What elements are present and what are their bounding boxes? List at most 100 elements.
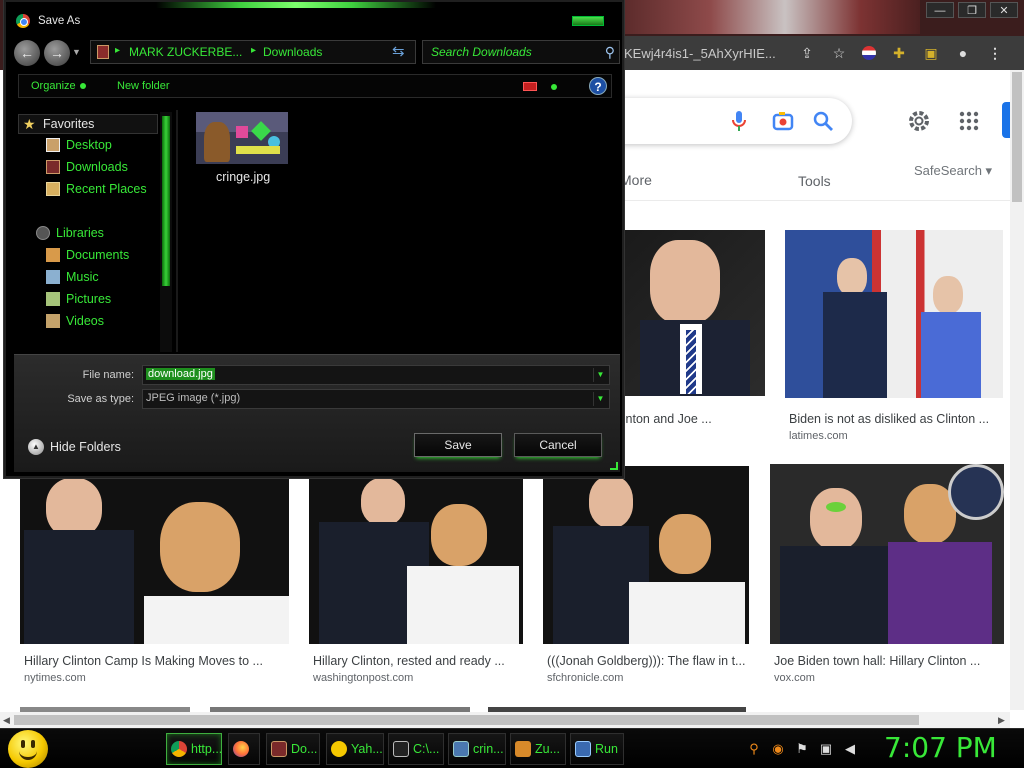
dialog-close-button[interactable] [572,16,604,26]
cancel-button[interactable]: Cancel [514,433,602,457]
result-image-3[interactable] [20,478,289,644]
back-arrow-icon[interactable]: ← [14,40,40,66]
nav-item-downloads[interactable]: Downloads [46,157,128,177]
network-icon[interactable]: ▣ [818,741,834,757]
volume-speaker-icon[interactable]: ◀ [842,741,858,757]
result-caption[interactable]: Joe Biden town hall: Hillary Clinton ... [774,654,980,668]
navigation-pane: ★ Favorites Desktop Downloads Recent Pla… [18,110,176,352]
task-downloads[interactable]: Do... [266,733,320,765]
google-apps-grid-icon[interactable] [958,110,980,132]
taskbar-clock[interactable]: 7:07 PM [884,731,997,764]
result-caption[interactable]: Hillary Clinton, rested and ready ... [313,654,505,668]
start-button-smiley-icon[interactable] [8,730,48,768]
nav-item-recent-places[interactable]: Recent Places [46,179,147,199]
breadcrumb-separator-icon[interactable]: ▸ [115,45,120,56]
lens-camera-icon[interactable] [772,110,794,132]
task-firefox[interactable] [228,733,260,765]
nav-favorites[interactable]: ★ Favorites [18,114,158,134]
notification-circle-icon[interactable]: ◉ [770,741,786,757]
result-image-2[interactable] [785,230,1003,398]
nav-item-pictures[interactable]: Pictures [46,289,111,309]
close-window-button[interactable]: ✕ [990,2,1018,18]
result-caption[interactable]: linton and Joe ... [620,412,712,426]
nav-item-videos[interactable]: Videos [46,311,104,331]
nav-pane-scrollbar[interactable] [160,112,172,352]
scrollbar-thumb[interactable] [1012,72,1022,202]
command-bar: Organize New folder ? [18,74,612,98]
chevron-down-icon[interactable]: ▼ [593,392,607,406]
scrollbar-thumb[interactable] [14,715,919,725]
search-input[interactable]: Search Downloads ⚲ [422,40,620,64]
breadcrumb-item[interactable]: Downloads [263,45,322,59]
share-icon[interactable]: ⇪ [798,44,816,62]
save-as-dialog: Save As ← → ▼ ▸ MARK ZUCKERBE... ▸ Downl… [4,0,624,478]
nav-item-desktop[interactable]: Desktop [46,135,112,155]
sidepanel-icon[interactable]: ▣ [922,44,940,62]
scroll-right-icon[interactable]: ▶ [998,712,1005,728]
new-folder-button[interactable]: New folder [117,80,170,92]
bookmark-star-icon[interactable]: ☆ [830,44,848,62]
breadcrumb[interactable]: ▸ MARK ZUCKERBE... ▸ Downloads ▽ [90,40,455,64]
sign-in-button-edge[interactable] [1002,102,1010,138]
organize-menu[interactable]: Organize [31,80,86,92]
account-avatar-icon[interactable]: ● [954,44,972,62]
save-as-type-select[interactable]: JPEG image (*.jpg) ▼ [142,389,610,409]
view-options-icon[interactable] [523,82,537,91]
help-icon[interactable]: ? [589,77,607,95]
page-horizontal-scrollbar[interactable]: ◀ ▶ [0,712,1010,728]
page-vertical-scrollbar[interactable] [1010,70,1024,710]
chevron-down-icon[interactable]: ▼ [593,368,607,382]
search-magnifier-icon[interactable] [812,110,834,132]
result-image-6[interactable] [770,464,1004,644]
result-image-1[interactable] [620,230,765,396]
search-placeholder: Search Downloads [431,45,532,59]
scroll-left-icon[interactable]: ◀ [3,712,10,728]
result-caption[interactable]: Biden is not as disliked as Clinton ... [789,412,989,426]
recent-locations-chevron-icon[interactable]: ▼ [72,47,81,57]
videos-icon [46,314,60,328]
search-icon[interactable]: ⚲ [746,741,762,757]
settings-gear-icon[interactable] [906,108,932,134]
save-button[interactable]: Save [414,433,502,457]
safesearch-toggle[interactable]: SafeSearch ▾ [914,163,992,179]
breadcrumb-item[interactable]: MARK ZUCKERBE... [129,45,242,59]
task-folder[interactable]: Zu... [510,733,566,765]
result-image-5[interactable] [543,466,749,644]
nav-libraries[interactable]: Libraries [36,223,104,243]
result-caption[interactable]: (((Jonah Goldberg))): The flaw in t... [547,654,745,668]
minimize-button[interactable]: — [926,2,954,18]
refresh-icon[interactable]: ⇆ [392,42,405,60]
divider [620,200,1010,201]
result-source: washingtonpost.com [313,672,414,684]
file-name-input[interactable]: download.jpg ▼ [142,365,610,385]
task-command-prompt[interactable]: C:\... [388,733,444,765]
forward-arrow-icon[interactable]: → [44,40,70,66]
menu-kebab-icon[interactable]: ⋮ [986,44,1004,62]
breadcrumb-separator-icon[interactable]: ▸ [251,45,256,56]
dialog-titlebar[interactable]: Save As [16,14,80,28]
resize-grip[interactable] [610,462,618,470]
result-image-4[interactable] [309,478,523,644]
extensions-puzzle-icon[interactable]: ✚ [890,44,908,62]
filter-tools[interactable]: Tools [798,173,831,189]
file-list: cringe.jpg [180,102,620,352]
scrollbar-thumb[interactable] [162,116,170,286]
nav-item-documents[interactable]: Documents [46,245,129,265]
profile-flag-icon[interactable] [862,46,876,60]
action-center-flag-icon[interactable]: ⚑ [794,741,810,757]
search-icon[interactable]: ⚲ [605,44,615,61]
task-run[interactable]: Run [570,733,624,765]
voice-search-mic-icon[interactable] [730,110,748,132]
view-dropdown-dot-icon[interactable] [551,84,557,90]
chrome-icon [171,741,187,757]
task-image-viewer[interactable]: crin... [448,733,506,765]
task-yahoo[interactable]: Yah... [326,733,384,765]
maximize-button[interactable]: ❐ [958,2,986,18]
filter-more[interactable]: More [620,172,652,188]
hide-folders-toggle[interactable]: ▲ Hide Folders [28,439,121,455]
pane-splitter[interactable] [176,110,178,352]
result-caption[interactable]: Hillary Clinton Camp Is Making Moves to … [24,654,263,668]
nav-item-music[interactable]: Music [46,267,99,287]
task-chrome[interactable]: http... [166,733,222,765]
address-bar[interactable]: KEwj4r4is1-_5AhXyrHIE... [624,46,784,61]
